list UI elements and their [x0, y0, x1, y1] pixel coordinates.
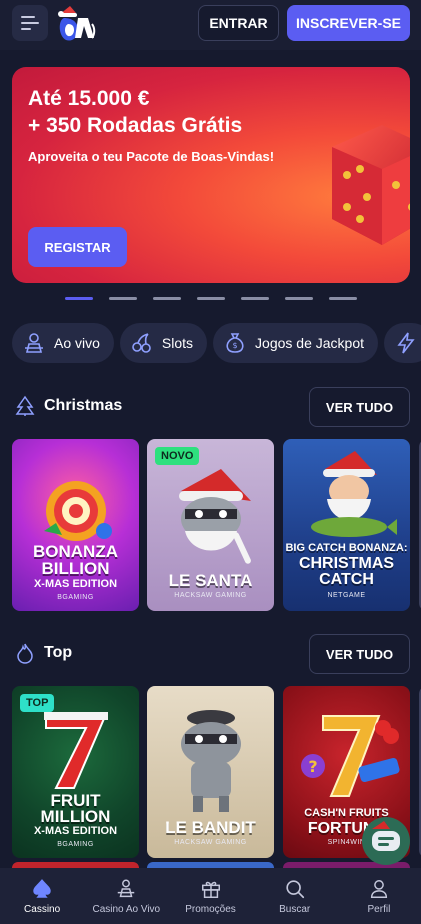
game-artwork: ?	[301, 715, 400, 797]
top-header: ENTRAR INSCREVER-SE	[0, 0, 421, 50]
carousel-dot[interactable]	[65, 297, 93, 300]
menu-line	[21, 16, 35, 18]
bottom-navigation: Cassino Casino Ao Vivo Promoções Buscar …	[0, 868, 421, 924]
game-card[interactable]: BONANZA BILLION X-MAS EDITION BGAMING	[12, 439, 139, 611]
carousel-dot[interactable]	[285, 297, 313, 300]
svg-text:?: ?	[308, 757, 317, 776]
lightning-icon	[397, 332, 415, 354]
game-provider: BGAMING	[57, 841, 94, 848]
chip-live[interactable]: Ao vivo	[12, 323, 114, 363]
nav-casino[interactable]: Cassino	[0, 868, 84, 924]
fire-icon	[17, 643, 33, 664]
carousel-dot[interactable]	[153, 297, 181, 300]
chip-label: Slots	[161, 335, 194, 351]
view-all-button[interactable]: VER TUDO	[309, 387, 410, 427]
menu-line	[21, 28, 31, 30]
svg-text:$: $	[233, 341, 238, 350]
christmas-tree-icon	[15, 395, 35, 416]
dice-illustration	[332, 125, 410, 245]
chip-label: Jogos de Jackpot	[255, 335, 365, 351]
nav-label: Perfil	[367, 903, 391, 915]
new-badge: NOVO	[155, 447, 200, 465]
signup-button[interactable]: INSCREVER-SE	[287, 5, 410, 41]
game-title: BONANZA	[33, 542, 118, 561]
nav-search[interactable]: Buscar	[253, 868, 337, 924]
search-icon	[286, 879, 304, 898]
banner-title-line-2: + 350 Rodadas Grátis	[28, 114, 243, 137]
section-title: Top	[44, 644, 73, 661]
section-header-top: Top VER TUDO	[14, 634, 410, 674]
game-provider: HACKSAW GAMING	[174, 592, 247, 599]
carousel-dot[interactable]	[109, 297, 137, 300]
hamburger-menu-button[interactable]	[12, 5, 48, 41]
game-card[interactable]: TOP FRUIT MILLION X-MAS EDITION BGAMING	[12, 686, 139, 858]
chip-more[interactable]	[384, 323, 421, 363]
live-dealer-icon	[25, 333, 43, 353]
game-card[interactable]: BIG CATCH BONANZA: CHRISTMAS CATCH NETGA…	[283, 439, 410, 611]
spade-icon	[33, 878, 51, 898]
game-provider: NETGAME	[327, 592, 366, 599]
section-header-christmas: Christmas VER TUDO	[14, 387, 410, 427]
menu-line	[21, 22, 39, 24]
register-button[interactable]: REGISTAR	[28, 227, 127, 267]
money-bag-icon: $	[226, 333, 244, 353]
chat-icon	[372, 821, 400, 851]
gift-icon	[201, 881, 220, 898]
user-icon	[370, 879, 387, 898]
banner-subtitle: Aproveita o teu Pacote de Boas-Vindas!	[28, 149, 275, 164]
nav-promotions[interactable]: Promoções	[168, 868, 252, 924]
chip-slots[interactable]: Slots	[119, 323, 208, 363]
game-title: BILLION	[41, 559, 110, 578]
game-title: LE BANDIT	[165, 818, 256, 837]
game-artwork	[44, 481, 112, 541]
view-all-button[interactable]: VER TUDO	[309, 634, 410, 674]
game-provider: HACKSAW GAMING	[174, 839, 247, 846]
cherry-icon	[132, 333, 151, 353]
chip-jackpot[interactable]: $ Jogos de Jackpot	[213, 323, 379, 363]
game-subtitle: X-MAS EDITION	[33, 578, 118, 590]
banner-title: Até 15.000 € + 350 Rodadas Grátis	[28, 85, 288, 139]
chat-button[interactable]	[362, 817, 410, 865]
game-subtitle: X-MAS EDITION	[33, 825, 118, 837]
nav-label: Promoções	[185, 903, 236, 915]
nav-label: Cassino	[24, 903, 61, 915]
promo-banner[interactable]: Até 15.000 € + 350 Rodadas Grátis Aprove…	[12, 67, 410, 283]
carousel-dot[interactable]	[329, 297, 357, 300]
nav-profile[interactable]: Perfil	[337, 868, 421, 924]
dealer-icon	[118, 879, 135, 897]
game-title: BIG CATCH BONANZA:	[285, 542, 408, 554]
category-chips: Ao vivo Slots $ Jogos de Jackpot	[12, 323, 421, 363]
game-title: MILLION	[40, 807, 111, 826]
game-provider: BGAMING	[57, 594, 94, 601]
game-artwork	[311, 451, 397, 537]
game-row-top: TOP FRUIT MILLION X-MAS EDITION BGAMING …	[12, 686, 421, 858]
nav-label: Buscar	[279, 903, 311, 915]
game-artwork	[179, 469, 251, 564]
nav-live-casino[interactable]: Casino Ao Vivo	[84, 868, 168, 924]
section-title: Christmas	[44, 397, 123, 414]
top-badge: TOP	[20, 694, 55, 712]
carousel-dots	[65, 297, 365, 301]
chip-label: Ao vivo	[54, 335, 100, 351]
game-artwork	[181, 710, 241, 812]
game-title: CATCH	[319, 571, 374, 588]
game-card[interactable]: LE BANDIT HACKSAW GAMING	[147, 686, 274, 858]
game-card[interactable]: NOVO LE SANTA HACKSAW GAMING	[147, 439, 274, 611]
login-button[interactable]: ENTRAR	[198, 5, 279, 41]
game-artwork	[44, 712, 108, 789]
carousel-dot[interactable]	[241, 297, 269, 300]
game-title: CHRISTMAS	[298, 555, 395, 572]
banner-title-line-1: Até 15.000 €	[28, 87, 150, 110]
nav-label: Casino Ao Vivo	[92, 903, 161, 915]
game-title: LE SANTA	[168, 571, 253, 590]
brand-logo[interactable]	[54, 4, 98, 44]
game-row-christmas: BONANZA BILLION X-MAS EDITION BGAMING NO…	[12, 439, 421, 611]
carousel-dot[interactable]	[197, 297, 225, 300]
